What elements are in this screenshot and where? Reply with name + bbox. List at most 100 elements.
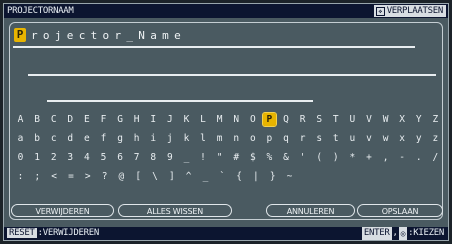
keyboard-key[interactable]: I xyxy=(147,113,160,126)
keyboard-key[interactable]: M xyxy=(213,113,226,126)
keyboard-key[interactable]: p xyxy=(263,132,276,145)
keyboard-key[interactable]: 7 xyxy=(130,151,143,164)
keyboard-key[interactable]: w xyxy=(379,132,392,145)
keyboard-key[interactable]: C xyxy=(47,113,60,126)
keyboard-key[interactable]: 4 xyxy=(80,151,93,164)
keyboard-key[interactable]: * xyxy=(346,151,359,164)
keyboard-key[interactable]: ; xyxy=(31,170,44,183)
keyboard-key[interactable]: i xyxy=(147,132,160,145)
keyboard-key[interactable]: ! xyxy=(197,151,210,164)
keyboard-key[interactable]: s xyxy=(313,132,326,145)
keyboard-key[interactable]: \ xyxy=(149,170,162,183)
keyboard-key[interactable]: 8 xyxy=(147,151,160,164)
keyboard-key[interactable]: R xyxy=(296,113,309,126)
keyboard-key[interactable]: S xyxy=(313,113,326,126)
keyboard-key[interactable]: o xyxy=(246,132,259,145)
keyboard-key[interactable]: 6 xyxy=(114,151,127,164)
keyboard-key[interactable]: 9 xyxy=(163,151,176,164)
keyboard-key[interactable]: Z xyxy=(429,113,442,126)
keyboard-key[interactable]: z xyxy=(429,132,442,145)
keyboard-key[interactable]: T xyxy=(329,113,342,126)
keyboard-key[interactable]: B xyxy=(31,113,44,126)
keyboard-key[interactable]: , xyxy=(379,151,392,164)
keyboard-key[interactable]: ' xyxy=(296,151,309,164)
keyboard-key[interactable]: Q xyxy=(280,113,293,126)
keyboard-key[interactable]: U xyxy=(346,113,359,126)
keyboard-key[interactable]: : xyxy=(14,170,27,183)
keyboard-key[interactable]: f xyxy=(97,132,110,145)
keyboard-key[interactable]: X xyxy=(396,113,409,126)
keyboard-key[interactable]: J xyxy=(163,113,176,126)
cancel-button[interactable]: ANNULEREN xyxy=(266,204,355,217)
keyboard-key[interactable]: G xyxy=(114,113,127,126)
keyboard-key[interactable]: = xyxy=(64,170,77,183)
keyboard-key[interactable]: } xyxy=(266,170,279,183)
keyboard-key[interactable]: V xyxy=(362,113,375,126)
keyboard-key[interactable]: [ xyxy=(132,170,145,183)
keyboard-key[interactable]: a xyxy=(14,132,27,145)
keyboard-key[interactable]: x xyxy=(396,132,409,145)
keyboard-key[interactable]: ` xyxy=(216,170,229,183)
keyboard-key[interactable]: - xyxy=(396,151,409,164)
keyboard-key[interactable]: 2 xyxy=(47,151,60,164)
keyboard-key[interactable]: q xyxy=(280,132,293,145)
keyboard-key[interactable]: K xyxy=(180,113,193,126)
keyboard-key[interactable]: r xyxy=(296,132,309,145)
keyboard-key[interactable]: / xyxy=(429,151,442,164)
keyboard-key[interactable]: n xyxy=(230,132,243,145)
keyboard-key[interactable]: ) xyxy=(329,151,342,164)
keyboard-key[interactable]: ] xyxy=(165,170,178,183)
move-button[interactable]: ✥ VERPLAATSEN xyxy=(373,5,446,17)
keyboard-key[interactable]: h xyxy=(130,132,143,145)
keyboard-key[interactable]: # xyxy=(230,151,243,164)
keyboard-key[interactable]: ~ xyxy=(283,170,296,183)
keyboard-key[interactable]: @ xyxy=(115,170,128,183)
clear-all-button[interactable]: ALLES WISSEN xyxy=(118,204,232,217)
delete-button[interactable]: VERWIJDEREN xyxy=(11,204,114,217)
keyboard-key[interactable]: > xyxy=(81,170,94,183)
keyboard-key[interactable]: A xyxy=(14,113,27,126)
keyboard-key[interactable]: | xyxy=(249,170,262,183)
keyboard-key[interactable]: d xyxy=(64,132,77,145)
save-button[interactable]: OPSLAAN xyxy=(357,204,443,217)
keyboard-key[interactable]: & xyxy=(280,151,293,164)
keyboard-key[interactable]: N xyxy=(230,113,243,126)
keyboard-key[interactable]: 0 xyxy=(14,151,27,164)
keyboard-key[interactable]: b xyxy=(31,132,44,145)
keyboard-key[interactable]: y xyxy=(412,132,425,145)
keyboard-key[interactable]: k xyxy=(180,132,193,145)
keyboard-key[interactable]: j xyxy=(163,132,176,145)
keyboard-key[interactable]: % xyxy=(263,151,276,164)
keyboard-key[interactable]: F xyxy=(97,113,110,126)
keyboard-key[interactable]: g xyxy=(114,132,127,145)
keyboard-key[interactable]: u xyxy=(346,132,359,145)
keyboard-key[interactable]: E xyxy=(80,113,93,126)
keyboard-key[interactable]: e xyxy=(80,132,93,145)
keyboard-key[interactable]: $ xyxy=(246,151,259,164)
name-input[interactable]: P rojector_Name xyxy=(14,27,186,43)
keyboard-key[interactable]: l xyxy=(197,132,210,145)
keyboard-key[interactable]: m xyxy=(213,132,226,145)
keyboard-key[interactable]: { xyxy=(233,170,246,183)
keyboard-key[interactable]: _ xyxy=(199,170,212,183)
keyboard-key[interactable]: D xyxy=(64,113,77,126)
keyboard-key[interactable]: 3 xyxy=(64,151,77,164)
keyboard-key[interactable]: L xyxy=(197,113,210,126)
keyboard-key[interactable]: + xyxy=(362,151,375,164)
keyboard-key[interactable]: 5 xyxy=(97,151,110,164)
keyboard-key[interactable]: P xyxy=(261,112,277,127)
keyboard-key[interactable]: Y xyxy=(412,113,425,126)
keyboard-key[interactable]: c xyxy=(47,132,60,145)
keyboard-key[interactable]: t xyxy=(329,132,342,145)
keyboard-key[interactable]: v xyxy=(362,132,375,145)
keyboard-key[interactable]: " xyxy=(213,151,226,164)
keyboard-key[interactable]: _ xyxy=(180,151,193,164)
keyboard-key[interactable]: H xyxy=(130,113,143,126)
keyboard-key[interactable]: ^ xyxy=(182,170,195,183)
keyboard-key[interactable]: O xyxy=(246,113,259,126)
keyboard-key[interactable]: ? xyxy=(98,170,111,183)
keyboard-key[interactable]: ( xyxy=(313,151,326,164)
keyboard-key[interactable]: 1 xyxy=(31,151,44,164)
keyboard-key[interactable]: . xyxy=(412,151,425,164)
keyboard-key[interactable]: W xyxy=(379,113,392,126)
